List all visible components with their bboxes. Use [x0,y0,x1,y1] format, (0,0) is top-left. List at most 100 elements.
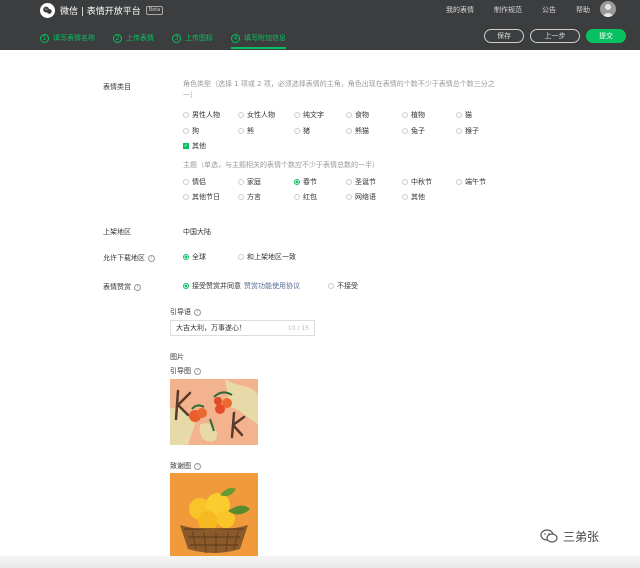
prev-button[interactable]: 上一步 [530,29,580,43]
step-label: 填写附加信息 [244,34,286,42]
watermark-text: 三弟张 [563,530,600,544]
radio-icon [183,112,189,118]
step-number: 4 [231,33,240,43]
theme-option-dragon-boat[interactable]: 端午节 [456,177,486,187]
option-label: 植物 [411,111,425,119]
guide-image-label: 引导图 ? [170,366,201,376]
images-label: 图片 [170,353,184,361]
radio-icon [183,179,189,185]
theme-option-dialect[interactable]: 方言 [238,192,261,202]
option-label: 方言 [247,193,261,201]
guide-image[interactable] [170,379,258,445]
theme-option-christmas[interactable]: 圣诞节 [346,177,376,187]
download-option-global[interactable]: 全球 [183,252,206,262]
radio-icon [402,112,408,118]
option-label: 猪 [303,127,310,135]
nav-announcements[interactable]: 公告 [542,5,556,15]
guide-text-input[interactable]: 大吉大利，万事遂心！ 10 / 15 [170,320,315,336]
save-button[interactable]: 保存 [484,29,524,43]
role-option-panda[interactable]: 熊猫 [346,126,369,136]
region-value: 中国大陆 [183,228,211,236]
help-icon[interactable]: ? [134,283,141,291]
thanks-image-label-text: 致谢图 [170,462,191,470]
radio-icon [456,179,462,185]
help-icon[interactable]: ? [194,462,201,470]
reward-option-decline[interactable]: 不接受 [328,281,358,291]
step-2[interactable]: 2 上传表情 [113,28,154,48]
radio-icon [238,112,244,118]
role-option-text[interactable]: 纯文字 [294,110,324,120]
radio-icon [183,128,189,134]
step-3[interactable]: 3 上传图标 [172,28,213,48]
option-label: 熊 [247,127,254,135]
download-option-same[interactable]: 和上架地区一致 [238,252,296,262]
option-label: 兔子 [411,127,425,135]
nav-my-stickers[interactable]: 我的表情 [446,5,474,15]
theme-option-family[interactable]: 家庭 [238,177,261,187]
reward-agreement-link[interactable]: 赞赏功能使用协议 [244,281,300,291]
nav-help[interactable]: 帮助 [576,5,590,15]
role-option-pig[interactable]: 猪 [294,126,310,136]
role-option-food[interactable]: 食物 [346,110,369,120]
thanks-image[interactable] [170,473,258,561]
step-label: 填写表情名称 [53,34,95,42]
step-number: 1 [40,33,49,43]
guide-text-label-text: 引导语 [170,308,191,316]
option-label: 熊猫 [355,127,369,135]
avatar[interactable] [600,1,616,17]
option-label: 圣诞节 [355,178,376,186]
option-label: 网络语 [355,193,376,201]
help-icon[interactable]: ? [194,308,201,316]
brand[interactable]: 微信 | 表情开放平台 Beta [40,0,164,20]
radio-icon [402,179,408,185]
role-option-monkey[interactable]: 猴子 [456,126,479,136]
radio-icon [346,179,352,185]
theme-option-red-packet[interactable]: 红包 [294,192,317,202]
guide-text-label: 引导语 ? [170,307,201,317]
theme-option-couple[interactable]: 情侣 [183,177,206,187]
option-label: 和上架地区一致 [247,253,296,261]
help-icon[interactable]: ? [194,367,201,375]
role-option-bear[interactable]: 熊 [238,126,254,136]
theme-option-mid-autumn[interactable]: 中秋节 [402,177,432,187]
watermark: 三弟张 [540,528,599,545]
theme-option-other[interactable]: 其他 [402,192,425,202]
step-number: 2 [113,33,122,43]
theme-option-internet-slang[interactable]: 网络语 [346,192,376,202]
radio-icon [346,112,352,118]
role-option-cat[interactable]: 猫 [456,110,472,120]
role-option-other[interactable]: ✓ 其他 [183,141,206,151]
checkbox-checked-icon: ✓ [183,142,189,149]
theme-hint: 主题（单选，与主题相关的表情个数应不少于表情总数的一半） [183,161,379,169]
nav-guidelines[interactable]: 制作规范 [494,5,522,15]
guide-text-value: 大吉大利，万事遂心！ [176,324,246,332]
radio-icon [328,283,334,289]
radio-icon [456,112,462,118]
step-4[interactable]: 4 填写附加信息 [231,28,286,49]
option-label: 不接受 [337,282,358,290]
option-label: 食物 [355,111,369,119]
step-tabs: 1 填写表情名称 2 上传表情 3 上传图标 4 填写附加信息 [40,28,286,49]
bottom-shade [0,556,640,568]
step-1[interactable]: 1 填写表情名称 [40,28,95,48]
submit-button[interactable]: 提交 [586,29,626,43]
help-icon[interactable]: ? [148,254,155,262]
option-label: 其他 [192,142,206,150]
role-option-plant[interactable]: 植物 [402,110,425,120]
role-hint-line2: 一） [183,91,197,99]
role-option-rabbit[interactable]: 兔子 [402,126,425,136]
radio-icon [346,194,352,200]
top-header: 微信 | 表情开放平台 Beta 我的表情 制作规范 公告 帮助 1 填写表情名称… [0,0,640,50]
download-region-text: 允许下载地区 [103,254,145,262]
radio-icon [402,128,408,134]
theme-option-other-festival[interactable]: 其他节日 [183,192,220,202]
category-label: 表情类目 [103,83,131,91]
role-option-dog[interactable]: 狗 [183,126,199,136]
radio-icon [456,128,462,134]
reward-option-accept[interactable]: 接受赞赏并同意 赞赏功能使用协议 [183,281,300,291]
role-option-female[interactable]: 女性人物 [238,110,275,120]
option-label: 中秋节 [411,178,432,186]
option-label: 端午节 [465,178,486,186]
theme-option-spring-festival[interactable]: 春节 [294,177,317,187]
role-option-male[interactable]: 男性人物 [183,110,220,120]
